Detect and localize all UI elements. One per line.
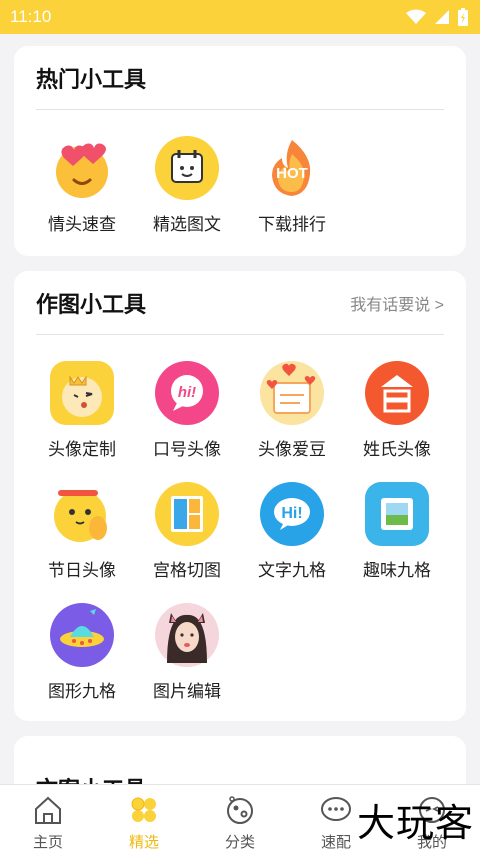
tool-kouhao-touxiang[interactable]: hi! 口号头像	[137, 361, 237, 460]
category-icon	[227, 796, 253, 824]
tool-gongge-qietu[interactable]: 宫格切图	[137, 482, 237, 581]
status-time: 11:10	[10, 7, 52, 26]
holiday-face-icon	[50, 482, 114, 546]
tool-xingshi-touxiang[interactable]: 姓氏头像	[347, 361, 447, 460]
tab-home[interactable]: 主页	[0, 785, 96, 855]
tool-qingtou[interactable]: 情头速查	[32, 136, 132, 235]
photo-portrait-icon	[155, 603, 219, 667]
tool-quwei-jiuge[interactable]: 趣味九格	[347, 482, 447, 581]
signal-icon	[435, 10, 449, 24]
tab-category[interactable]: 分类	[192, 785, 288, 855]
tool-tupian-bianji[interactable]: 图片编辑	[137, 603, 237, 702]
tool-wenzi-jiuge[interactable]: Hi! 文字九格	[242, 482, 342, 581]
drawing-tools-card: 作图小工具 我有话要说 > 头像定制 hi! 口号头像 头像爱豆 姓氏头像 节日…	[14, 271, 466, 721]
copy-tools-card: 文案小工具	[14, 736, 466, 784]
copy-tools-title: 文案小工具	[36, 772, 146, 784]
watermark: 大玩客	[356, 801, 474, 845]
tool-jieri-touxiang[interactable]: 节日头像	[32, 482, 132, 581]
hearts-card-icon	[260, 361, 324, 425]
svg-text:hi!: hi!	[178, 384, 196, 401]
tool-tuxing-jiuge[interactable]: 图形九格	[32, 603, 132, 702]
stamp-icon	[365, 482, 429, 546]
surname-icon	[365, 361, 429, 425]
hot-tools-title: 热门小工具	[36, 66, 147, 92]
feedback-link[interactable]: 我有话要说 >	[350, 291, 444, 315]
tool-touxiang-aidou[interactable]: 头像爱豆	[242, 361, 342, 460]
clover-icon	[131, 797, 156, 822]
calendar-icon	[155, 136, 219, 200]
svg-text:HOT: HOT	[276, 165, 308, 182]
scroll-content[interactable]: 热门小工具 情头速查 精选图文 HOT 下载排行 作图小工具 我有话要说 > 头…	[0, 34, 480, 784]
heart-eyes-icon	[50, 136, 114, 200]
ufo-icon	[50, 603, 114, 667]
tool-xiazai[interactable]: HOT 下载排行	[242, 136, 342, 235]
hot-tools-card: 热门小工具 情头速查 精选图文 HOT 下载排行	[14, 46, 466, 256]
status-bar: 11:10	[0, 0, 480, 34]
grid-cut-icon	[155, 482, 219, 546]
svg-text:Hi!: Hi!	[281, 505, 302, 522]
battery-icon	[458, 8, 468, 26]
tab-featured[interactable]: 精选	[96, 785, 192, 855]
hi-chat-icon: Hi!	[260, 482, 324, 546]
chat-icon	[321, 797, 351, 821]
tool-jingxuan[interactable]: 精选图文	[137, 136, 237, 235]
hi-bubble-icon: hi!	[155, 361, 219, 425]
home-icon	[35, 796, 61, 824]
crown-face-icon	[50, 361, 114, 425]
wifi-icon	[406, 9, 426, 24]
tool-touxiang-dingzhi[interactable]: 头像定制	[32, 361, 132, 460]
hot-flame-icon: HOT	[260, 136, 324, 200]
drawing-tools-title: 作图小工具	[36, 291, 147, 317]
